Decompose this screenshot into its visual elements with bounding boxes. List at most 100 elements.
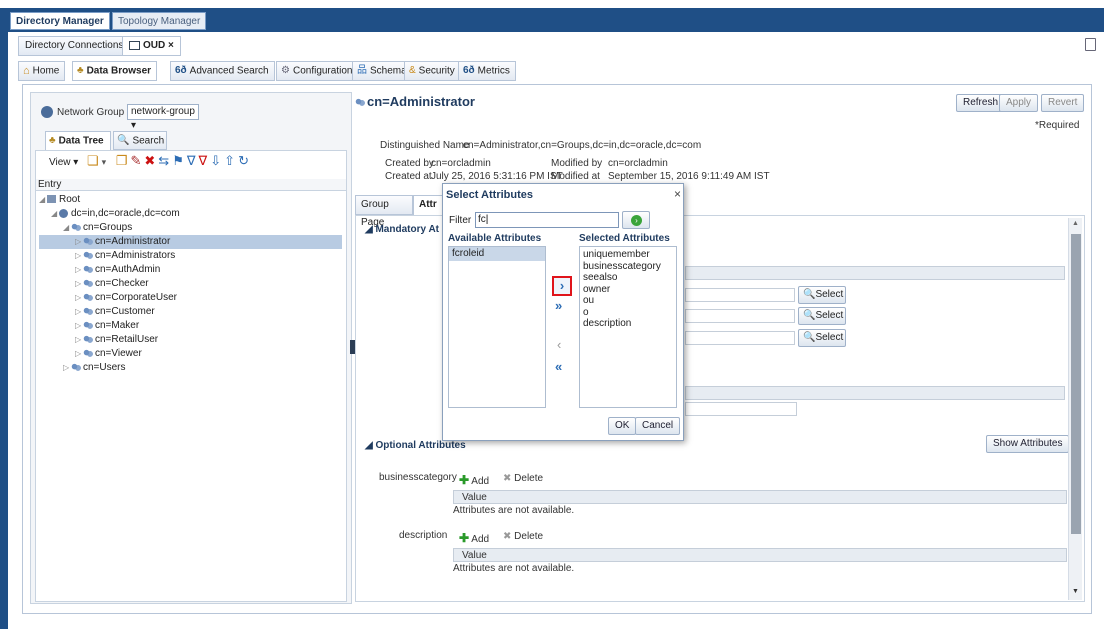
tree-root[interactable]: ◢ Root <box>39 193 342 207</box>
tree-node-base[interactable]: ◢ dc=in,dc=oracle,dc=com <box>39 207 342 221</box>
delete-button[interactable]: ✖ Delete <box>503 531 543 542</box>
tree-node[interactable]: ▷ cn=RetailUser <box>39 333 342 347</box>
copy-icon[interactable]: ❐ <box>116 153 131 168</box>
group-icon <box>83 292 93 302</box>
move-icon[interactable]: ⇆ <box>158 153 172 168</box>
optional-section-header[interactable]: ◢ Optional Attributes <box>365 440 466 451</box>
selected-item[interactable]: uniquemember <box>583 249 676 261</box>
new-entry-icon[interactable]: ❏ <box>87 153 102 168</box>
value-column-header: Value <box>453 490 1067 504</box>
filter-input[interactable]: fc| <box>475 212 619 228</box>
tab-data-browser-label: Data Browser <box>86 65 152 77</box>
tab-data-browser[interactable]: ♣ Data Browser <box>72 61 158 81</box>
add-label: Add <box>471 534 490 545</box>
view-menu[interactable]: View ▾ <box>49 157 78 168</box>
revert-button[interactable]: Revert <box>1041 94 1085 112</box>
tab-data-tree[interactable]: ♣ Data Tree <box>45 131 111 150</box>
tree-node[interactable]: ▷ cn=Checker <box>39 277 342 291</box>
add-label: Add <box>471 476 490 487</box>
tab-group-page[interactable]: Group Page <box>355 195 413 228</box>
tree-node[interactable]: ▷ cn=CorporateUser <box>39 291 342 305</box>
tree-node-users[interactable]: ▷ cn=Users <box>39 361 342 375</box>
bookmark-icon[interactable]: ⚑ <box>172 153 187 168</box>
close-icon[interactable]: × <box>674 187 681 201</box>
tree-node[interactable]: ▷ cn=AuthAdmin <box>39 263 342 277</box>
available-item[interactable]: fcroleid <box>449 247 545 261</box>
select-button-label: Select <box>815 310 844 321</box>
mandatory-field[interactable] <box>685 331 795 345</box>
select-button[interactable]: 🔍Select <box>798 286 846 304</box>
move-left-button[interactable]: ‹ <box>557 337 561 352</box>
tab-security[interactable]: & Security <box>404 61 461 81</box>
edit-icon[interactable]: ✎ <box>130 153 144 168</box>
mandatory-section-header[interactable]: ◢ Mandatory At <box>365 224 439 235</box>
selected-header: Selected Attributes <box>579 233 670 244</box>
selected-list[interactable]: uniquemember businesscategory seealso ow… <box>579 246 677 408</box>
export-icon[interactable]: ⇩ <box>210 153 224 168</box>
clear-filter-icon[interactable]: ∇ <box>199 153 211 168</box>
mandatory-field[interactable] <box>685 309 795 323</box>
filter-value: fc <box>478 214 486 225</box>
scrollbar-thumb[interactable] <box>1071 234 1081 534</box>
tree-node[interactable]: ▷ cn=Administrator <box>39 235 342 249</box>
add-icon: ✚ <box>459 473 470 487</box>
tree-node-groups[interactable]: ◢ cn=Groups <box>39 221 342 235</box>
tab-advanced-search-label: Advanced Search <box>189 65 269 77</box>
tab-topology-manager[interactable]: Topology Manager <box>112 12 207 30</box>
refresh-icon[interactable]: ↻ <box>238 153 252 168</box>
select-button[interactable]: 🔍Select <box>798 307 846 325</box>
tree-node[interactable]: ▷ cn=Customer <box>39 305 342 319</box>
ok-button[interactable]: OK <box>608 417 637 435</box>
tab-search[interactable]: 🔍 Search <box>113 131 167 150</box>
tree-node[interactable]: ▷ cn=Viewer <box>39 347 342 361</box>
move-right-button[interactable]: › <box>552 276 572 296</box>
apply-button[interactable]: Apply <box>999 94 1039 112</box>
selected-item[interactable]: description <box>583 318 676 330</box>
entry-title-text: cn=Administrator <box>367 94 475 109</box>
dn-label: Distinguished Name <box>380 140 470 151</box>
filter-go-button[interactable]: › <box>622 211 650 229</box>
selected-item[interactable]: owner <box>583 284 676 296</box>
add-button[interactable]: ✚ Add <box>459 473 489 487</box>
select-button[interactable]: 🔍Select <box>798 329 846 347</box>
chevron-right-icon: › <box>559 278 565 293</box>
window-icon[interactable] <box>1085 38 1096 51</box>
tab-oud[interactable]: OUD × <box>122 36 181 56</box>
created-at-value: July 25, 2016 5:31:16 PM IST <box>431 171 563 182</box>
selected-item[interactable]: businesscategory <box>583 261 676 273</box>
modified-at-label: Modified at <box>551 171 600 182</box>
available-list[interactable]: fcroleid <box>448 246 546 408</box>
mandatory-field[interactable] <box>685 402 797 416</box>
dropdown-icon[interactable]: ▾ <box>102 157 110 167</box>
tab-metrics[interactable]: 6ð Metrics <box>458 61 516 81</box>
network-group-select[interactable]: network-group ▾ <box>127 104 199 131</box>
tab-configuration[interactable]: ⚙ Configuration <box>276 61 359 81</box>
import-icon[interactable]: ⇧ <box>224 153 238 168</box>
cancel-button[interactable]: Cancel <box>635 417 681 435</box>
tab-directory-manager[interactable]: Directory Manager <box>10 12 110 30</box>
close-icon[interactable]: × <box>168 40 174 51</box>
tree-node-label: cn=AuthAdmin <box>95 264 161 275</box>
tree-node[interactable]: ▷ cn=Maker <box>39 319 342 333</box>
scroll-up-icon[interactable]: ▲ <box>1072 220 1079 227</box>
tab-directory-connections[interactable]: Directory Connections <box>18 36 131 56</box>
tree-node[interactable]: ▷ cn=Administrators <box>39 249 342 263</box>
show-attributes-button[interactable]: Show Attributes <box>986 435 1070 453</box>
delete-button[interactable]: ✖ Delete <box>503 473 543 484</box>
selected-item[interactable]: seealso <box>583 272 676 284</box>
tab-home[interactable]: ⌂ Home <box>18 61 66 81</box>
selected-item[interactable]: ou <box>583 295 676 307</box>
search-icon: 🔍 <box>117 135 130 146</box>
refresh-button[interactable]: Refresh <box>956 94 1006 112</box>
selected-item[interactable]: o <box>583 307 676 319</box>
mandatory-field[interactable] <box>685 288 795 302</box>
scroll-down-icon[interactable]: ▼ <box>1072 588 1079 595</box>
move-all-right-button[interactable]: » <box>555 298 562 313</box>
delete-icon: ✖ <box>503 531 512 542</box>
tab-advanced-search[interactable]: 6ð Advanced Search <box>170 61 275 81</box>
move-all-left-button[interactable]: « <box>555 359 562 374</box>
filter-icon[interactable]: ∇ <box>187 153 199 168</box>
delete-icon[interactable]: ✖ <box>144 153 158 168</box>
add-button[interactable]: ✚ Add <box>459 531 489 545</box>
vertical-scrollbar[interactable]: ▲ ▼ <box>1068 218 1082 600</box>
